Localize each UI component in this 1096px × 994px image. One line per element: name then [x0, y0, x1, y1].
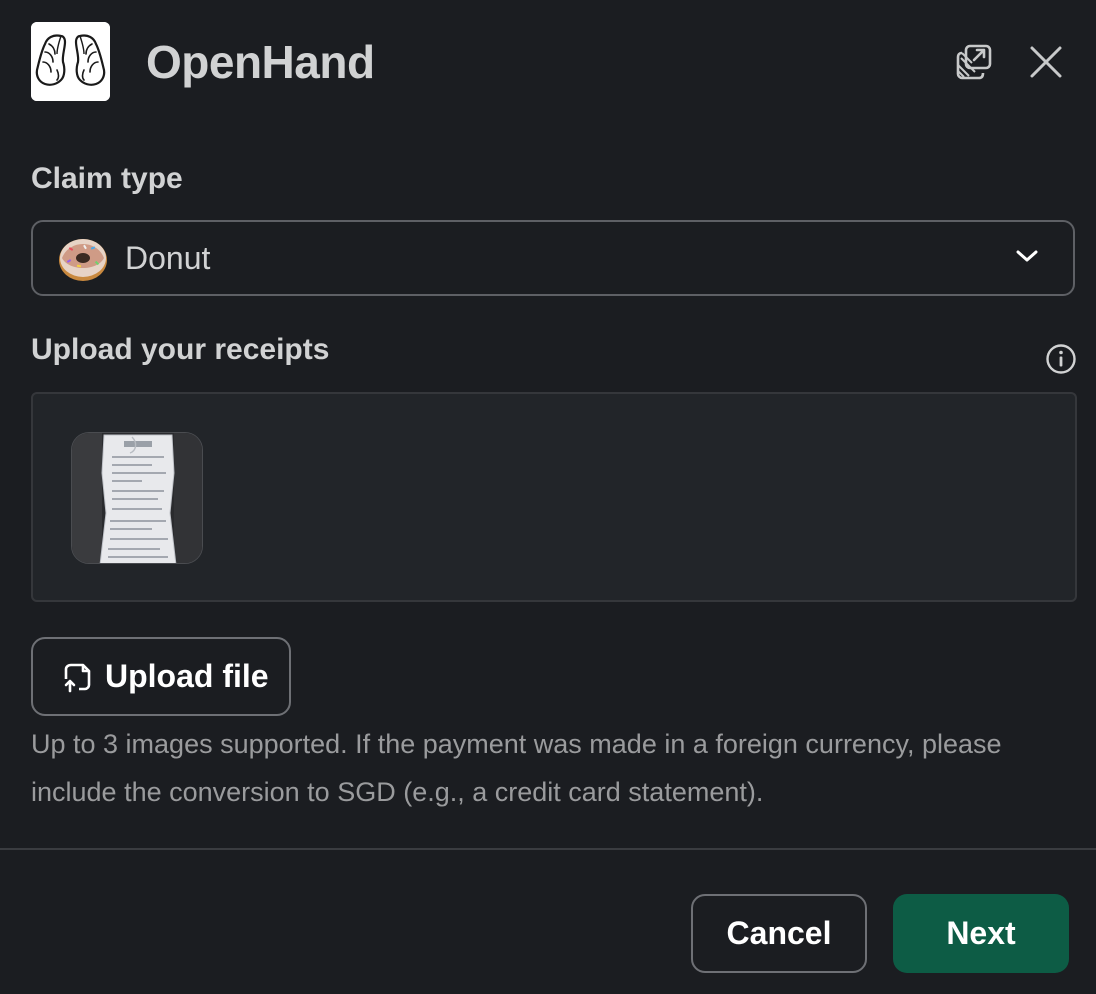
claim-type-value: Donut	[125, 239, 211, 276]
file-upload-icon	[64, 663, 91, 692]
upload-file-label: Upload file	[105, 658, 269, 694]
open-in-window-icon	[956, 44, 992, 80]
upload-receipts-label: Upload your receipts	[31, 333, 330, 366]
next-button[interactable]: Next	[893, 894, 1069, 973]
info-icon	[1046, 344, 1076, 374]
close-icon	[1030, 46, 1062, 78]
app-title: OpenHand	[146, 36, 375, 88]
claim-type-select[interactable]: Donut	[31, 220, 1075, 296]
receipts-dropzone[interactable]	[31, 392, 1077, 602]
info-button[interactable]	[1044, 342, 1078, 376]
claim-type-label: Claim type	[31, 162, 183, 195]
close-button[interactable]	[1022, 38, 1070, 86]
chevron-down-icon	[1016, 250, 1038, 262]
donut-emoji-icon	[59, 239, 107, 281]
receipt-photo-image	[72, 433, 202, 563]
upload-hint-text: Up to 3 images supported. If the payment…	[31, 729, 1002, 807]
receipt-thumbnail[interactable]	[71, 432, 203, 564]
upload-file-button[interactable]: Upload file	[31, 637, 291, 716]
praying-hands-logo-icon	[31, 22, 110, 101]
footer-divider	[0, 848, 1096, 850]
app-logo	[31, 22, 110, 101]
popout-button[interactable]	[950, 38, 998, 86]
cancel-button[interactable]: Cancel	[691, 894, 867, 973]
claim-modal: OpenHand Claim type Donut Upload your re…	[0, 0, 1096, 994]
